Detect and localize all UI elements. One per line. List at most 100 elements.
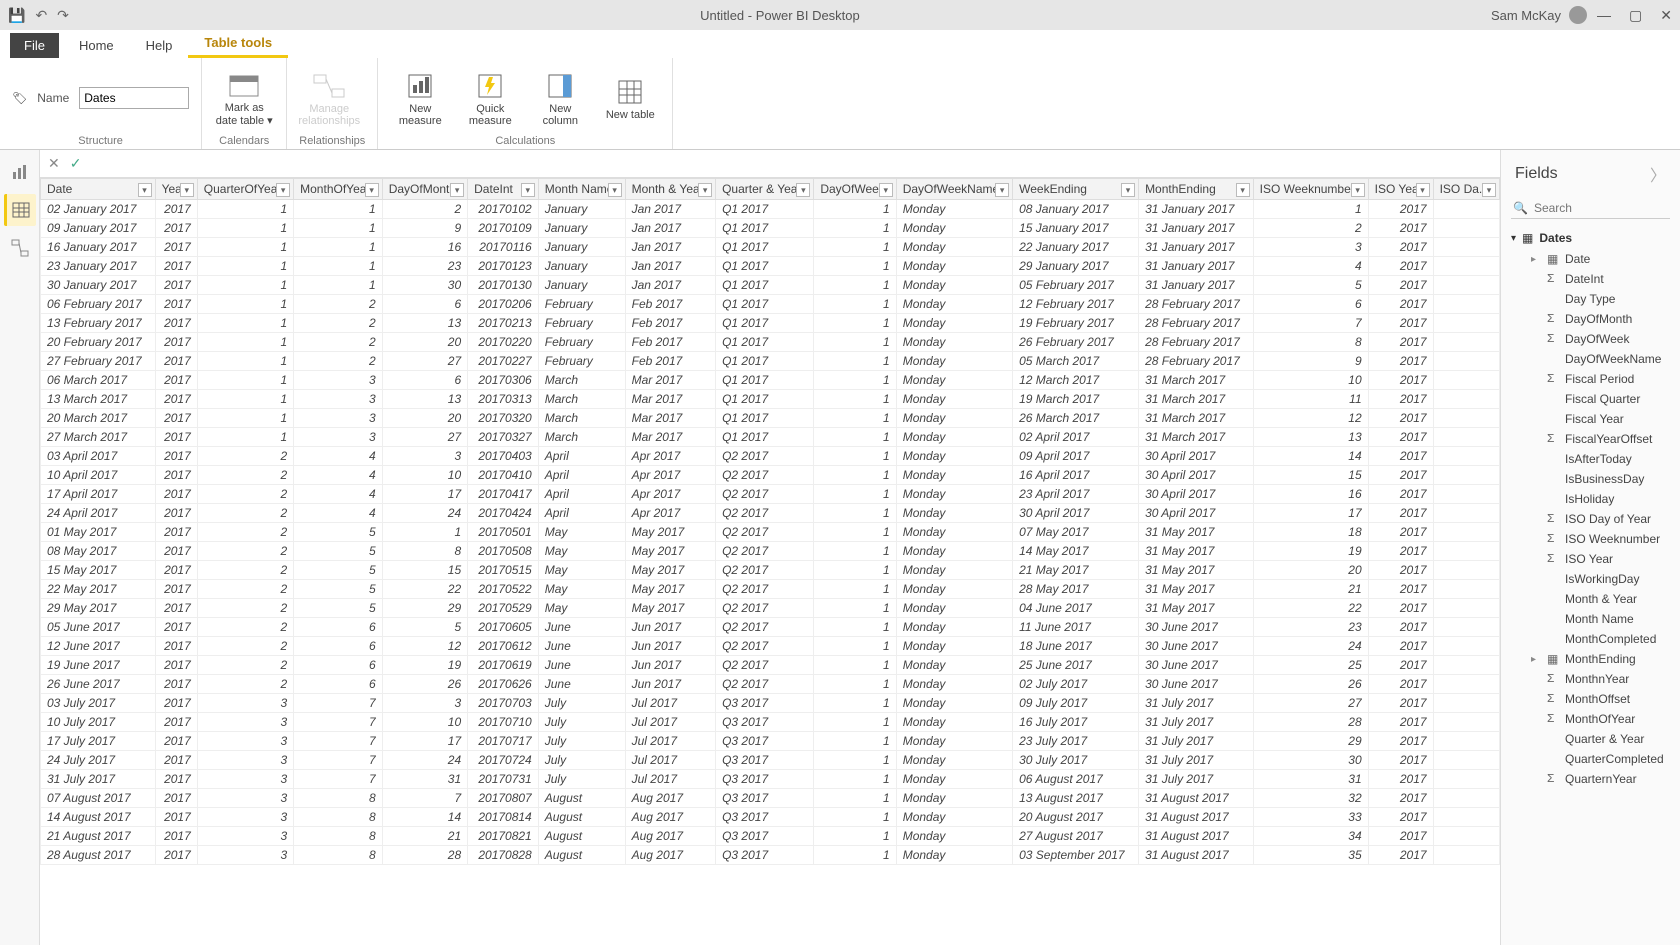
cell[interactable]: 1 <box>814 238 896 257</box>
cell[interactable]: 2017 <box>1368 428 1433 447</box>
cell[interactable]: 20170130 <box>468 276 539 295</box>
filter-dropdown-icon[interactable]: ▾ <box>1121 183 1135 197</box>
cell[interactable]: 13 <box>1253 428 1368 447</box>
cell[interactable]: 14 <box>1253 447 1368 466</box>
cell[interactable] <box>1433 504 1499 523</box>
cell[interactable]: 2017 <box>155 751 197 770</box>
cell[interactable]: April <box>538 466 625 485</box>
cell[interactable]: 31 July 2017 <box>1139 751 1254 770</box>
cell[interactable] <box>1433 580 1499 599</box>
cell[interactable]: Monday <box>896 485 1012 504</box>
cell[interactable]: 1 <box>814 542 896 561</box>
cell[interactable]: Monday <box>896 295 1012 314</box>
cell[interactable]: 22 May 2017 <box>41 580 156 599</box>
cell[interactable]: June <box>538 675 625 694</box>
filter-dropdown-icon[interactable]: ▾ <box>608 183 622 197</box>
cell[interactable]: May <box>538 580 625 599</box>
cell[interactable]: 2017 <box>1368 447 1433 466</box>
cell[interactable]: 20 February 2017 <box>41 333 156 352</box>
cell[interactable]: 20170501 <box>468 523 539 542</box>
cell[interactable]: Apr 2017 <box>625 504 715 523</box>
cell[interactable]: 2017 <box>1368 314 1433 333</box>
cell[interactable]: 13 February 2017 <box>41 314 156 333</box>
cell[interactable]: Jan 2017 <box>625 257 715 276</box>
cell[interactable]: Jul 2017 <box>625 694 715 713</box>
cell[interactable]: 2017 <box>155 257 197 276</box>
cell[interactable]: Monday <box>896 333 1012 352</box>
table-row[interactable]: 17 April 20172017241720170417AprilApr 20… <box>41 485 1500 504</box>
new-table-button[interactable]: New table <box>600 75 660 121</box>
cell[interactable]: 1 <box>814 352 896 371</box>
table-row[interactable]: 24 July 20172017372420170724JulyJul 2017… <box>41 751 1500 770</box>
cell[interactable]: 05 February 2017 <box>1013 276 1139 295</box>
cell[interactable]: 2 <box>197 580 293 599</box>
cell[interactable]: 2 <box>197 637 293 656</box>
cell[interactable]: May 2017 <box>625 542 715 561</box>
cell[interactable]: Q2 2017 <box>716 637 814 656</box>
cell[interactable]: Monday <box>896 219 1012 238</box>
cell[interactable]: 7 <box>294 770 383 789</box>
cell[interactable]: 7 <box>294 694 383 713</box>
field-item[interactable]: IsWorkingDay <box>1501 569 1680 589</box>
cell[interactable]: 1 <box>197 276 293 295</box>
table-row[interactable]: 28 August 20172017382820170828AugustAug … <box>41 846 1500 865</box>
cell[interactable]: 23 July 2017 <box>1013 732 1139 751</box>
cell[interactable]: 28 February 2017 <box>1139 333 1254 352</box>
cell[interactable]: 31 July 2017 <box>1139 694 1254 713</box>
cell[interactable]: Monday <box>896 580 1012 599</box>
cell[interactable]: 5 <box>294 580 383 599</box>
cell[interactable]: Jan 2017 <box>625 200 715 219</box>
cell[interactable] <box>1433 542 1499 561</box>
cell[interactable]: 7 <box>294 713 383 732</box>
column-header[interactable]: ISO Da...▾ <box>1433 179 1499 200</box>
cell[interactable] <box>1433 808 1499 827</box>
cell[interactable] <box>1433 276 1499 295</box>
cell[interactable]: Monday <box>896 409 1012 428</box>
cell[interactable]: 4 <box>294 485 383 504</box>
table-row[interactable]: 15 May 20172017251520170515MayMay 2017Q2… <box>41 561 1500 580</box>
cell[interactable]: 2 <box>197 466 293 485</box>
cell[interactable]: January <box>538 276 625 295</box>
cell[interactable]: 2017 <box>1368 846 1433 865</box>
cell[interactable]: 08 May 2017 <box>41 542 156 561</box>
cell[interactable]: 21 May 2017 <box>1013 561 1139 580</box>
cell[interactable]: Apr 2017 <box>625 485 715 504</box>
field-item[interactable]: DayOfWeekName <box>1501 349 1680 369</box>
cell[interactable]: Jul 2017 <box>625 732 715 751</box>
cell[interactable]: 20170821 <box>468 827 539 846</box>
cell[interactable]: Q1 2017 <box>716 409 814 428</box>
cell[interactable]: 20170306 <box>468 371 539 390</box>
cell[interactable]: 30 April 2017 <box>1139 485 1254 504</box>
cell[interactable]: 31 May 2017 <box>1139 523 1254 542</box>
cell[interactable]: 6 <box>294 656 383 675</box>
chevron-right-icon[interactable]: 〉 <box>1650 162 1666 186</box>
cell[interactable]: 9 <box>382 219 467 238</box>
cell[interactable]: 1 <box>197 219 293 238</box>
column-header[interactable]: MonthOfYear▾ <box>294 179 383 200</box>
cell[interactable] <box>1433 561 1499 580</box>
cell[interactable]: 2017 <box>155 808 197 827</box>
cell[interactable]: 2017 <box>155 694 197 713</box>
cell[interactable]: Monday <box>896 713 1012 732</box>
fields-search[interactable]: 🔍 <box>1511 198 1670 219</box>
cell[interactable]: Monday <box>896 751 1012 770</box>
cell[interactable]: 7 <box>382 789 467 808</box>
cell[interactable]: 20170626 <box>468 675 539 694</box>
column-header[interactable]: MonthEnding▾ <box>1139 179 1254 200</box>
cell[interactable]: 1 <box>294 238 383 257</box>
cell[interactable]: 10 July 2017 <box>41 713 156 732</box>
cell[interactable]: 20170703 <box>468 694 539 713</box>
cell[interactable]: 2017 <box>1368 409 1433 428</box>
cell[interactable]: 7 <box>1253 314 1368 333</box>
cell[interactable]: 20170717 <box>468 732 539 751</box>
cell[interactable]: 10 April 2017 <box>41 466 156 485</box>
cell[interactable]: 1 <box>197 295 293 314</box>
cell[interactable]: Monday <box>896 390 1012 409</box>
cell[interactable]: May 2017 <box>625 599 715 618</box>
cell[interactable] <box>1433 485 1499 504</box>
cell[interactable]: Monday <box>896 257 1012 276</box>
cell[interactable]: March <box>538 428 625 447</box>
cell[interactable]: 20170515 <box>468 561 539 580</box>
cell[interactable]: 30 April 2017 <box>1013 504 1139 523</box>
cell[interactable]: April <box>538 447 625 466</box>
